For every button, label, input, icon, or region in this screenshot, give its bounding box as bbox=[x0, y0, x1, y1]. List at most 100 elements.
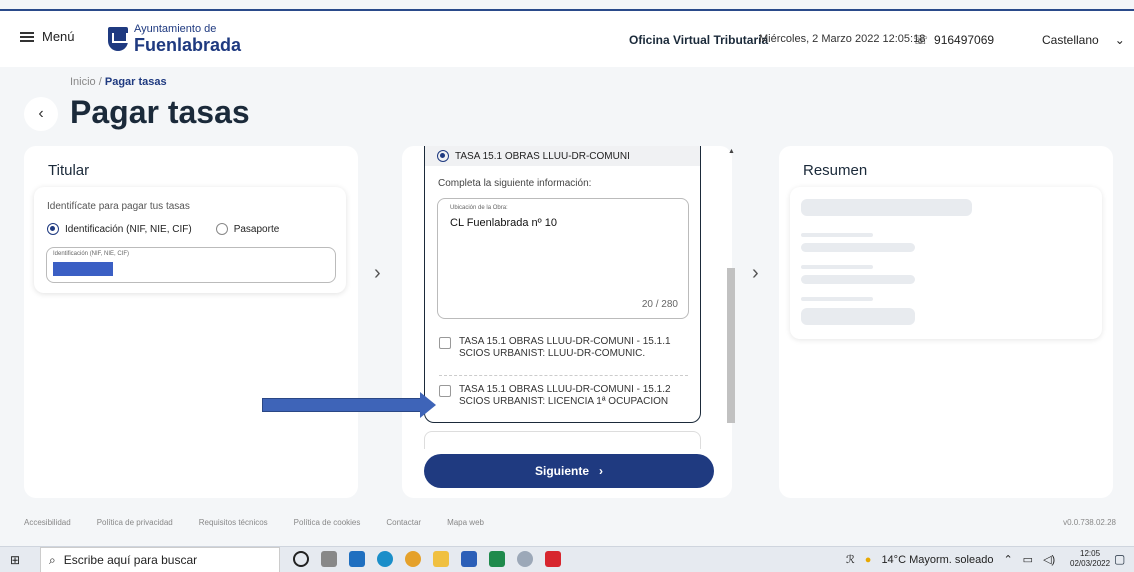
identification-box: Identifícate para pagar tus tasas Identi… bbox=[34, 187, 346, 293]
chevron-up-icon[interactable]: ⌃ bbox=[1003, 553, 1012, 566]
logo-line1: Ayuntamiento de bbox=[134, 23, 217, 35]
phone-number: 916497069 bbox=[934, 33, 995, 47]
footer-link[interactable]: Política de privacidad bbox=[97, 518, 173, 527]
network-icon[interactable]: ▭ bbox=[1023, 553, 1033, 566]
radio-selected-icon bbox=[47, 223, 59, 235]
chevron-down-icon: ⌄ bbox=[1114, 33, 1125, 47]
notifications-icon[interactable]: ▢ bbox=[1114, 552, 1125, 566]
chevron-right-icon: › bbox=[374, 262, 381, 284]
search-icon: ⌕ bbox=[49, 552, 56, 567]
outlook-icon[interactable] bbox=[349, 551, 365, 567]
weather-text[interactable]: 14°C Mayorm. soleado bbox=[881, 554, 993, 566]
footer-link[interactable]: Requisitos técnicos bbox=[199, 518, 268, 527]
radio-pasaporte-label: Pasaporte bbox=[233, 223, 280, 235]
header-datetime: Miércoles, 2 Marzo 2022 12:05:18 bbox=[759, 33, 926, 45]
annotation-arrow-shaft bbox=[262, 398, 422, 412]
phone-link[interactable]: ☏ 916497069 bbox=[913, 33, 994, 47]
breadcrumb: Inicio / Pagar tasas bbox=[70, 76, 167, 88]
app-icon[interactable] bbox=[517, 551, 533, 567]
skeleton-line bbox=[801, 275, 915, 284]
breadcrumb-separator: / bbox=[98, 76, 102, 88]
scroll-up-icon[interactable]: ▲ bbox=[728, 148, 735, 155]
taskbar-clock[interactable]: 12:05 02/03/2022 bbox=[1070, 549, 1110, 569]
radio-unselected-icon bbox=[215, 223, 228, 235]
menu-button[interactable]: Menú bbox=[20, 29, 75, 44]
system-tray: ℛ ● 14°C Mayorm. soleado ⌃ ▭ ◁) bbox=[846, 553, 1055, 567]
task-view-icon[interactable] bbox=[321, 551, 337, 567]
breadcrumb-home[interactable]: Inicio bbox=[70, 76, 96, 88]
tasa-selected-label: TASA 15.1 OBRAS LLUU-DR-COMUNI bbox=[455, 150, 630, 162]
file-explorer-icon[interactable] bbox=[433, 551, 449, 567]
footer-link[interactable]: Mapa web bbox=[447, 518, 484, 527]
footer-link[interactable]: Accesibilidad bbox=[24, 518, 71, 527]
chevron-right-icon: › bbox=[752, 262, 759, 284]
radio-identificacion-label: Identificación (NIF, NIE, CIF) bbox=[65, 223, 192, 235]
checkbox-icon bbox=[439, 337, 451, 349]
scrollbar-thumb[interactable] bbox=[727, 268, 735, 423]
next-tasa-item-partial bbox=[424, 431, 701, 449]
tasa-option-1[interactable]: TASA 15.1 OBRAS LLUU-DR-COMUNI - 15.1.1 … bbox=[439, 336, 671, 360]
obra-location-label: Ubicación de la Obra: bbox=[450, 205, 508, 211]
tasa-option-1-line1: TASA 15.1 OBRAS LLUU-DR-COMUNI - 15.1.1 bbox=[459, 336, 671, 347]
tasa-option-2-line2: SCIOS URBANIST: LICENCIA 1ª OCUPACION bbox=[459, 396, 669, 407]
tasa-option-1-line2: SCIOS URBANIST: LLUU-DR-COMUNIC. bbox=[459, 348, 646, 359]
page-title: Pagar tasas bbox=[70, 94, 250, 130]
language-value: Castellano bbox=[1042, 33, 1099, 47]
windows-taskbar: ⊞ ⌕ Escribe aquí para buscar ℛ ● 14°C Ma… bbox=[0, 546, 1134, 572]
tasa-instruction: Completa la siguiente información: bbox=[438, 178, 592, 189]
next-button-label: Siguiente bbox=[534, 464, 589, 478]
excel-icon[interactable] bbox=[489, 551, 505, 567]
taskbar-search-placeholder: Escribe aquí para buscar bbox=[63, 553, 198, 567]
logo[interactable]: Ayuntamiento de Fuenlabrada bbox=[108, 23, 241, 55]
word-icon[interactable] bbox=[461, 551, 477, 567]
tasa-option-2-line1: TASA 15.1 OBRAS LLUU-DR-COMUNI - 15.1.2 bbox=[459, 384, 671, 395]
clock-date: 02/03/2022 bbox=[1070, 559, 1111, 568]
people-icon[interactable]: ℛ bbox=[846, 553, 855, 566]
coat-of-arms-icon bbox=[108, 27, 128, 51]
taskbar-app-icons bbox=[293, 551, 561, 567]
chrome-icon[interactable] bbox=[405, 551, 421, 567]
next-button[interactable]: Siguiente › bbox=[424, 454, 714, 488]
acrobat-icon[interactable] bbox=[545, 551, 561, 567]
phone-icon: ☏ bbox=[913, 33, 929, 47]
skeleton-line bbox=[801, 243, 915, 252]
logo-line2: Fuenlabrada bbox=[134, 35, 242, 55]
checkbox-icon bbox=[439, 385, 451, 397]
windows-start-icon[interactable]: ⊞ bbox=[10, 553, 20, 567]
weather-icon: ● bbox=[864, 553, 872, 566]
tasa-selected-panel: TASA 15.1 OBRAS LLUU-DR-COMUNI Completa … bbox=[424, 146, 701, 423]
identification-input[interactable]: Identificación (NIF, NIE, CIF) bbox=[46, 247, 336, 283]
char-counter: 20 / 280 bbox=[641, 299, 678, 310]
radio-identificacion[interactable]: Identificación (NIF, NIE, CIF) bbox=[47, 223, 192, 235]
footer-link[interactable]: Contactar bbox=[386, 518, 421, 527]
titular-title: Titular bbox=[48, 162, 90, 179]
identification-input-label: Identificación (NIF, NIE, CIF) bbox=[53, 251, 130, 257]
edge-icon[interactable] bbox=[377, 551, 393, 567]
clock-time: 12:05 bbox=[1080, 549, 1101, 558]
language-select[interactable]: Castellano ⌄ bbox=[1042, 33, 1125, 47]
back-button[interactable]: ‹ bbox=[24, 97, 58, 131]
app-version: v0.0.738.02.28 bbox=[1063, 518, 1116, 527]
footer: Accesibilidad Política de privacidad Req… bbox=[24, 518, 1116, 527]
radio-pasaporte[interactable]: Pasaporte bbox=[215, 223, 280, 235]
hamburger-icon bbox=[20, 31, 34, 42]
taskbar-search-input[interactable]: ⌕ Escribe aquí para buscar bbox=[40, 547, 280, 572]
cortana-icon[interactable] bbox=[293, 551, 309, 567]
tasa-selected-header[interactable]: TASA 15.1 OBRAS LLUU-DR-COMUNI bbox=[425, 146, 700, 166]
skeleton-line bbox=[801, 297, 873, 301]
volume-icon[interactable]: ◁) bbox=[1043, 553, 1055, 566]
skeleton-line bbox=[801, 308, 915, 325]
obra-location-textarea[interactable]: Ubicación de la Obra: CL Fuenlabrada nº … bbox=[437, 198, 689, 319]
footer-link[interactable]: Política de cookies bbox=[294, 518, 361, 527]
radio-selected-icon bbox=[437, 150, 449, 162]
tasa-option-2[interactable]: TASA 15.1 OBRAS LLUU-DR-COMUNI - 15.1.2 … bbox=[439, 384, 671, 408]
chevron-left-icon: ‹ bbox=[38, 105, 44, 122]
scrollbar[interactable]: ▲ bbox=[725, 146, 737, 424]
skeleton-line bbox=[801, 199, 972, 216]
chevron-right-icon: › bbox=[599, 464, 603, 478]
annotation-arrow-head bbox=[420, 392, 436, 418]
identification-value-redacted bbox=[53, 262, 113, 276]
site-header: Menú Ayuntamiento de Fuenlabrada Oficina… bbox=[0, 11, 1134, 67]
menu-label: Menú bbox=[42, 29, 75, 44]
divider bbox=[439, 375, 688, 376]
